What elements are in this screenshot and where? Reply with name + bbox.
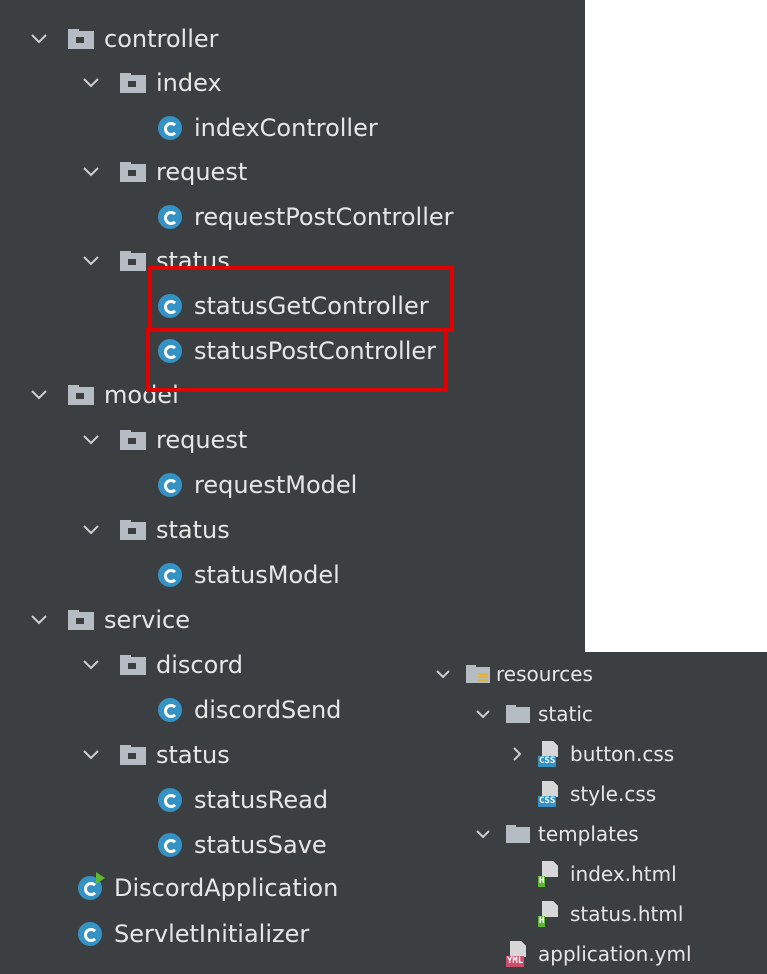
tree-item-label: resources: [496, 662, 593, 686]
folder-icon: [120, 520, 146, 540]
tree-item-label: statusRead: [194, 786, 329, 814]
tree-item-label: request: [156, 158, 248, 186]
class-icon: [158, 788, 182, 812]
folder-icon: [120, 73, 146, 93]
tree-item-label: index: [156, 69, 222, 97]
resources-tree-panel: resources static CSS button.css CSS styl…: [420, 652, 767, 974]
tree-file-index-html[interactable]: H index.html: [538, 854, 767, 894]
folder-icon: [120, 251, 146, 271]
tree-file-status-html[interactable]: H status.html: [538, 894, 767, 934]
tree-item-label: service: [104, 606, 190, 634]
tree-folder-templates[interactable]: templates: [472, 814, 767, 854]
highlight-box-statusGetController: [148, 266, 454, 332]
chevron-down-icon[interactable]: [28, 609, 50, 631]
class-icon: [158, 473, 182, 497]
chevron-down-icon[interactable]: [80, 72, 102, 94]
class-icon: [78, 922, 102, 946]
tree-item-label: index.html: [570, 862, 677, 886]
yml-file-icon: YML: [506, 941, 532, 967]
tree-item-label: discordSend: [194, 696, 342, 724]
tree-folder-controller[interactable]: controller: [28, 17, 585, 61]
tree-class-requestModel[interactable]: requestModel: [158, 463, 585, 507]
tree-file-application-yml[interactable]: YML application.yml: [506, 934, 767, 974]
tree-class-requestPostController[interactable]: requestPostController: [158, 195, 585, 239]
tree-item-label: templates: [538, 822, 639, 846]
tree-folder-static[interactable]: static: [472, 694, 767, 734]
folder-icon: [120, 745, 146, 765]
tree-item-label: DiscordApplication: [114, 874, 339, 902]
tree-item-label: statusModel: [194, 561, 340, 589]
class-icon: [158, 116, 182, 140]
folder-icon: [506, 705, 530, 723]
chevron-down-icon[interactable]: [80, 250, 102, 272]
folder-icon: [120, 430, 146, 450]
tree-folder-index[interactable]: index: [80, 61, 585, 105]
tree-folder-service[interactable]: service: [28, 598, 585, 642]
folder-icon: [506, 825, 530, 843]
application-class-icon: [78, 872, 105, 900]
tree-item-label: request: [156, 426, 248, 454]
chevron-right-icon[interactable]: [506, 743, 528, 765]
chevron-down-icon[interactable]: [80, 654, 102, 676]
chevron-down-icon[interactable]: [472, 823, 494, 845]
chevron-down-icon[interactable]: [472, 703, 494, 725]
tree-item-label: indexController: [194, 114, 378, 142]
tree-item-label: requestModel: [194, 471, 358, 499]
chevron-down-icon[interactable]: [28, 28, 50, 50]
chevron-down-icon[interactable]: [28, 384, 50, 406]
tree-file-button-css[interactable]: CSS button.css: [506, 734, 767, 774]
class-icon: [158, 698, 182, 722]
chevron-down-icon[interactable]: [80, 744, 102, 766]
tree-item-label: application.yml: [538, 942, 692, 966]
tree-item-label: status.html: [570, 902, 684, 926]
folder-icon: [68, 29, 94, 49]
tree-folder-request[interactable]: request: [80, 150, 585, 194]
tree-item-label: requestPostController: [194, 203, 454, 231]
tree-class-indexController[interactable]: indexController: [158, 106, 585, 150]
tree-folder-request[interactable]: request: [80, 418, 585, 462]
tree-file-style-css[interactable]: CSS style.css: [538, 774, 767, 814]
chevron-down-icon[interactable]: [432, 663, 454, 685]
tree-item-label: button.css: [570, 742, 675, 766]
chevron-down-icon[interactable]: [80, 519, 102, 541]
tree-item-label: statusSave: [194, 831, 327, 859]
resources-folder-icon: [466, 665, 490, 683]
css-file-icon: CSS: [538, 781, 564, 807]
tree-item-label: static: [538, 702, 593, 726]
tree-item-label: discord: [156, 651, 243, 679]
tree-item-label: status: [156, 516, 230, 544]
folder-icon: [68, 385, 94, 405]
folder-icon: [120, 655, 146, 675]
run-icon: [96, 872, 105, 884]
html-file-icon: H: [538, 861, 564, 887]
highlight-box-statusPostController: [146, 328, 448, 392]
css-file-icon: CSS: [538, 741, 564, 767]
class-icon: [158, 205, 182, 229]
chevron-down-icon[interactable]: [80, 161, 102, 183]
class-icon: [158, 563, 182, 587]
html-file-icon: H: [538, 901, 564, 927]
chevron-down-icon[interactable]: [80, 429, 102, 451]
folder-icon: [68, 610, 94, 630]
class-icon: [158, 833, 182, 857]
tree-folder-status[interactable]: status: [80, 508, 585, 552]
tree-class-statusModel[interactable]: statusModel: [158, 553, 585, 597]
tree-item-label: status: [156, 741, 230, 769]
tree-item-label: style.css: [570, 782, 657, 806]
folder-icon: [120, 162, 146, 182]
tree-item-label: ServletInitializer: [114, 920, 310, 948]
tree-item-label: controller: [104, 25, 219, 53]
tree-folder-resources[interactable]: resources: [432, 654, 767, 694]
